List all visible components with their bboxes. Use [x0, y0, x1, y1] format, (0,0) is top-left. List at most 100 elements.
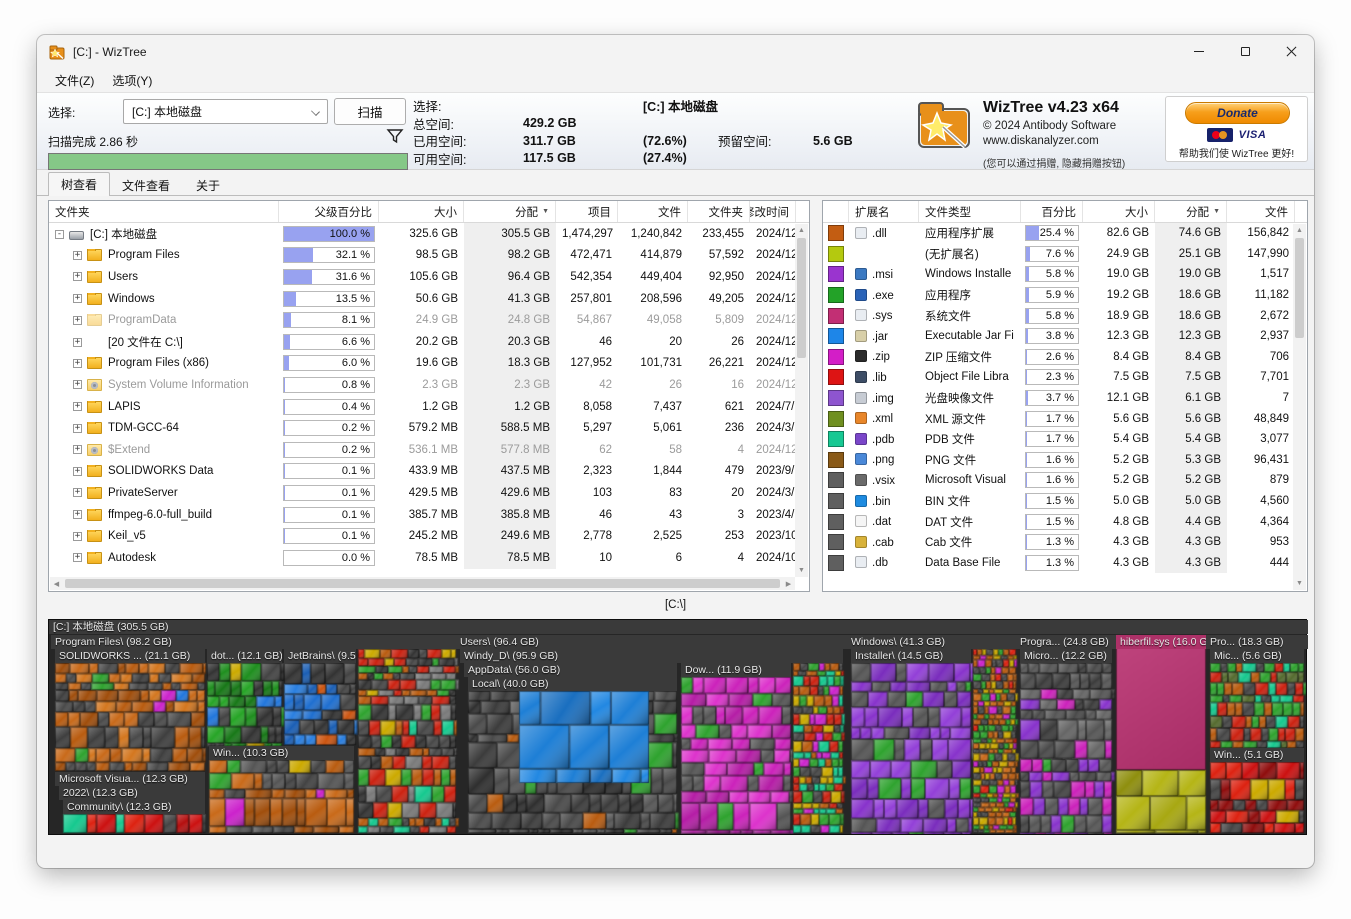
column-header-文件类型[interactable]: 文件类型 [919, 201, 1021, 222]
treemap-region-label[interactable]: Pro... (18.3 GB) [1206, 635, 1308, 649]
table-row[interactable]: +ProgramData8.1 %24.9 GB24.8 GB54,86749,… [49, 309, 809, 331]
treemap-region-label[interactable]: 2022\ (12.3 GB) [59, 786, 205, 800]
folder-tree-vertical-scrollbar[interactable]: ▲ ▼ [795, 224, 808, 577]
column-header-文件[interactable]: 文件 [1227, 201, 1295, 222]
table-row[interactable]: .msiWindows Installe5.8 %19.0 GB19.0 GB1… [823, 264, 1307, 285]
table-row[interactable]: .vsixMicrosoft Visual1.6 %5.2 GB5.2 GB87… [823, 470, 1307, 491]
tab-file-view[interactable]: 文件查看 [110, 174, 182, 196]
tree-expander[interactable]: + [73, 510, 82, 519]
treemap-region-label[interactable]: Users\ (96.4 GB) [456, 635, 847, 649]
table-row[interactable]: +$Extend0.2 %536.1 MB577.8 MB625842024/1… [49, 439, 809, 461]
menu-file[interactable]: 文件(Z) [47, 69, 102, 92]
table-row[interactable]: .img光盘映像文件3.7 %12.1 GB6.1 GB7 [823, 388, 1307, 409]
column-header-2[interactable]: 大小 [379, 201, 464, 222]
table-row[interactable]: .dbData Base File1.3 %4.3 GB4.3 GB444 [823, 553, 1307, 574]
tree-expander[interactable]: + [73, 359, 82, 368]
table-row[interactable]: .cabCab 文件1.3 %4.3 GB4.3 GB953 [823, 532, 1307, 553]
table-row[interactable]: .exe应用程序5.9 %19.2 GB18.6 GB11,182 [823, 285, 1307, 306]
column-header-6[interactable]: 文件夹 [688, 201, 750, 222]
tree-expander[interactable]: + [73, 467, 82, 476]
treemap-region-label[interactable]: Windows\ (41.3 GB) [847, 635, 1016, 649]
tree-expander[interactable]: + [73, 532, 82, 541]
close-button[interactable] [1268, 35, 1314, 68]
column-header-1[interactable]: 父级百分比 [279, 201, 379, 222]
minimize-button[interactable] [1176, 35, 1222, 68]
tab-about[interactable]: 关于 [184, 174, 232, 196]
tree-expander[interactable]: + [73, 402, 82, 411]
tree-expander[interactable]: + [73, 251, 82, 260]
scan-button[interactable]: 扫描 [334, 98, 406, 125]
tree-expander[interactable]: + [73, 272, 82, 281]
treemap-region-label[interactable]: Installer\ (14.5 GB) [851, 649, 971, 663]
treemap-region-label[interactable]: Dow... (11.9 GB) [681, 663, 791, 677]
table-row[interactable]: .jarExecutable Jar Fi3.8 %12.3 GB12.3 GB… [823, 326, 1307, 347]
scroll-left-icon[interactable]: ◀ [50, 580, 63, 588]
tree-expander[interactable]: + [73, 316, 82, 325]
table-row[interactable]: +Autodesk0.0 %78.5 MB78.5 MB10642024/10 [49, 547, 809, 569]
table-row[interactable]: -[C:] 本地磁盘100.0 %325.6 GB305.5 GB1,474,2… [49, 223, 809, 245]
treemap-region-label[interactable]: JetBrains\ (9.5 GB) [284, 649, 356, 663]
menu-options[interactable]: 选项(Y) [104, 69, 160, 92]
tree-expander[interactable]: + [73, 338, 82, 347]
table-row[interactable]: +TDM-GCC-640.2 %579.2 MB588.5 MB5,2975,0… [49, 417, 809, 439]
treemap-region-label[interactable]: Windy_D\ (95.9 GB) [460, 649, 843, 663]
column-header-百分比[interactable]: 百分比 [1021, 201, 1083, 222]
tree-expander[interactable]: + [73, 294, 82, 303]
column-header-3[interactable]: 分配▼ [464, 201, 556, 222]
filter-funnel-icon[interactable] [386, 127, 404, 145]
tree-expander[interactable]: + [73, 488, 82, 497]
tree-expander[interactable]: + [73, 424, 82, 433]
table-row[interactable]: .pdbPDB 文件1.7 %5.4 GB5.4 GB3,077 [823, 429, 1307, 450]
treemap-region-label[interactable]: Local\ (40.0 GB) [468, 677, 677, 691]
scroll-up-icon[interactable]: ▲ [795, 224, 808, 237]
treemap-region-label[interactable]: Program Files\ (98.2 GB) [51, 635, 456, 649]
table-row[interactable]: +SOLIDWORKS Data0.1 %433.9 MB437.5 MB2,3… [49, 461, 809, 483]
column-header-大小[interactable]: 大小 [1083, 201, 1155, 222]
scroll-down-icon[interactable]: ▼ [795, 564, 808, 577]
table-row[interactable]: .dll应用程序扩展25.4 %82.6 GB74.6 GB156,842 [823, 223, 1307, 244]
table-row[interactable]: (无扩展名)7.6 %24.9 GB25.1 GB147,990 [823, 244, 1307, 265]
scroll-up-icon[interactable]: ▲ [1293, 224, 1306, 237]
column-header-5[interactable]: 文件 [618, 201, 688, 222]
column-header-扩展名[interactable]: 扩展名 [849, 201, 919, 222]
scroll-right-icon[interactable]: ▶ [782, 580, 795, 588]
treemap-region-label[interactable]: Micro... (12.2 GB) [1020, 649, 1112, 663]
treemap-region-label[interactable]: SOLIDWORKS ... (21.1 GB) [55, 649, 205, 663]
table-row[interactable]: +Windows13.5 %50.6 GB41.3 GB257,801208,5… [49, 288, 809, 310]
column-header-0[interactable]: 文件夹 [49, 201, 279, 222]
table-row[interactable]: +[20 文件在 C:\]6.6 %20.2 GB20.3 GB46202620… [49, 331, 809, 353]
treemap-region-label[interactable]: dot... (12.1 GB) [207, 649, 282, 663]
drive-select[interactable]: [C:] 本地磁盘 [123, 99, 328, 124]
table-row[interactable]: +ffmpeg-6.0-full_build0.1 %385.7 MB385.8… [49, 504, 809, 526]
table-row[interactable]: +Program Files32.1 %98.5 GB98.2 GB472,47… [49, 245, 809, 267]
table-row[interactable]: +LAPIS0.4 %1.2 GB1.2 GB8,0587,4376212024… [49, 396, 809, 418]
tab-tree-view[interactable]: 树查看 [48, 172, 110, 196]
table-row[interactable]: .datDAT 文件1.5 %4.8 GB4.4 GB4,364 [823, 511, 1307, 532]
donate-button[interactable]: Donate [1185, 102, 1290, 124]
treemap-region-label[interactable]: AppData\ (56.0 GB) [464, 663, 677, 677]
table-row[interactable]: .zipZIP 压缩文件2.6 %8.4 GB8.4 GB706 [823, 347, 1307, 368]
treemap-region-label[interactable]: Win... (10.3 GB) [209, 746, 354, 760]
table-row[interactable]: .xmlXML 源文件1.7 %5.6 GB5.6 GB48,849 [823, 408, 1307, 429]
tree-expander[interactable]: + [73, 380, 82, 389]
maximize-button[interactable] [1222, 35, 1268, 68]
file-types-vertical-scrollbar[interactable]: ▲ ▼ [1293, 224, 1306, 590]
table-row[interactable]: .sys系统文件5.8 %18.9 GB18.6 GB2,672 [823, 305, 1307, 326]
title-bar[interactable]: [C:] - WizTree [37, 35, 1314, 68]
table-row[interactable]: +Users31.6 %105.6 GB96.4 GB542,354449,40… [49, 266, 809, 288]
table-row[interactable]: .binBIN 文件1.5 %5.0 GB5.0 GB4,560 [823, 491, 1307, 512]
table-row[interactable]: .pngPNG 文件1.6 %5.2 GB5.3 GB96,431 [823, 450, 1307, 471]
table-row[interactable]: +System Volume Information0.8 %2.3 GB2.3… [49, 374, 809, 396]
treemap-region-label[interactable]: Mic... (5.6 GB) [1210, 649, 1304, 663]
folder-tree-horizontal-scrollbar[interactable]: ◀ ▶ [50, 577, 795, 590]
column-header-分配[interactable]: 分配▼ [1155, 201, 1227, 222]
treemap-region-label[interactable]: Community\ (12.3 GB) [63, 800, 205, 814]
scroll-down-icon[interactable]: ▼ [1293, 577, 1306, 590]
tree-expander[interactable]: - [55, 230, 64, 239]
tree-expander[interactable]: + [73, 445, 82, 454]
treemap-region-label[interactable]: [C:] 本地磁盘 (305.5 GB) [49, 620, 1308, 634]
website-link[interactable]: www.diskanalyzer.com [983, 135, 1099, 147]
column-header-color[interactable] [823, 201, 849, 222]
table-row[interactable]: +Program Files (x86)6.0 %19.6 GB18.3 GB1… [49, 353, 809, 375]
treemap-region-label[interactable]: Microsoft Visua... (12.3 GB) [55, 772, 205, 786]
